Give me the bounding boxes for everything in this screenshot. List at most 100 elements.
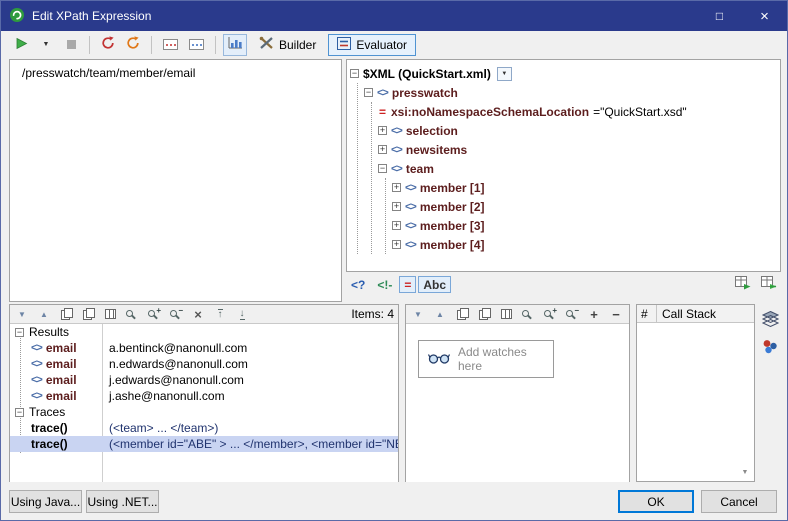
tree-row-member-3[interactable]: + <> member [3] (392, 216, 777, 235)
watches-toolbar: ▼ ▲ + − + − (406, 305, 629, 324)
tree-row-root[interactable]: − $XML (QuickStart.xml) ▼ (350, 64, 777, 83)
expand-toggle[interactable]: − (15, 408, 24, 417)
element-icon: <> (391, 125, 402, 137)
using-dotnet-button[interactable]: Using .NET... (86, 490, 159, 513)
run-options-dropdown[interactable]: ▼ (35, 34, 57, 56)
layers-tab-button[interactable] (759, 308, 781, 332)
expand-toggle[interactable]: − (15, 328, 24, 337)
columns-button[interactable] (102, 306, 118, 322)
element-icon: <> (31, 342, 42, 354)
add-watch-button[interactable]: + (586, 306, 602, 322)
tracepoints-button[interactable] (185, 34, 208, 56)
expand-toggle[interactable]: + (392, 202, 401, 211)
show-result-chart-button[interactable] (223, 34, 247, 56)
element-icon: <> (391, 144, 402, 156)
tree-row-member-1[interactable]: + <> member [1] (392, 178, 777, 197)
clear-results-button[interactable]: × (190, 306, 206, 322)
zoom-out-button[interactable]: − (168, 306, 184, 322)
element-icon: <> (31, 374, 42, 386)
zoom-in-button[interactable]: + (146, 306, 162, 322)
xpath-expression-text: /presswatch/team/member/email (22, 66, 329, 80)
toggle-processing-instructions[interactable]: <? (346, 276, 370, 293)
items-count: Items: 4 (351, 307, 394, 321)
trace-row-selected[interactable]: trace() (<member id="ABE" > ... </member… (10, 436, 398, 452)
tree-row-member-2[interactable]: + <> member [2] (392, 197, 777, 216)
expand-toggle[interactable]: − (378, 164, 387, 173)
breakpoints-button[interactable] (159, 34, 182, 56)
sort-ascending-button[interactable]: ▲ (36, 306, 52, 322)
expand-toggle[interactable]: + (378, 126, 387, 135)
xml-source-dropdown[interactable]: ▼ (497, 67, 512, 81)
builder-tab-button[interactable]: Builder (250, 34, 325, 56)
tree-row-presswatch[interactable]: − <> presswatch (364, 83, 777, 102)
tree-row-attribute[interactable]: = xsi:noNamespaceSchemaLocation ="QuickS… (378, 102, 777, 121)
sort-ascending-button[interactable]: ▲ (432, 306, 448, 322)
zoom-in-button[interactable]: + (542, 306, 558, 322)
copy-all-button[interactable] (476, 306, 492, 322)
result-row[interactable]: <>email a.bentinck@nanonull.com (10, 340, 398, 356)
copy-button[interactable] (58, 306, 74, 322)
results-group-row[interactable]: −Results (10, 324, 398, 340)
watches-pane: ▼ ▲ + − + − Add watches here (405, 304, 630, 482)
columns-button[interactable] (498, 306, 514, 322)
expand-toggle[interactable]: + (392, 221, 401, 230)
go-to-top-button[interactable]: ↑ (212, 306, 228, 322)
copy-result-button[interactable] (757, 274, 781, 296)
close-button[interactable]: × (742, 1, 787, 31)
spheres-tab-button[interactable] (759, 336, 781, 360)
result-value: j.ashe@nanonull.com (102, 389, 225, 403)
remove-watch-button[interactable]: − (608, 306, 624, 322)
spheres-icon (762, 339, 778, 357)
zoom-button[interactable] (520, 306, 536, 322)
expand-toggle[interactable]: + (392, 240, 401, 249)
using-java-button[interactable]: Using Java... (9, 490, 82, 513)
tree-row-member-4[interactable]: + <> member [4] (392, 235, 777, 254)
maximize-button[interactable]: □ (697, 1, 742, 31)
expand-toggle[interactable]: + (392, 183, 401, 192)
copy-button[interactable] (454, 306, 470, 322)
expand-toggle[interactable]: − (364, 88, 373, 97)
chevron-down-icon: ▼ (43, 41, 50, 48)
zoom-button[interactable] (124, 306, 140, 322)
scroll-down-button[interactable]: ▼ (738, 465, 752, 479)
sort-descending-button[interactable]: ▼ (14, 306, 30, 322)
result-row[interactable]: <>email j.ashe@nanonull.com (10, 388, 398, 404)
toggle-text-content[interactable]: Abc (418, 276, 451, 293)
chart-icon (227, 36, 243, 53)
edit-xpath-dialog: Edit XPath Expression □ × ▼ (0, 0, 788, 521)
result-value: a.bentinck@nanonull.com (102, 341, 247, 355)
trace-row[interactable]: trace() (<team> ... </team>) (10, 420, 398, 436)
sort-descending-button[interactable]: ▼ (410, 306, 426, 322)
table-export-icon (761, 276, 777, 293)
cancel-button[interactable]: Cancel (701, 490, 777, 513)
expand-toggle[interactable]: + (378, 145, 387, 154)
copy-all-button[interactable] (80, 306, 96, 322)
step-into-button[interactable] (97, 34, 119, 56)
export-result-button[interactable] (731, 274, 755, 296)
close-icon: × (760, 8, 769, 25)
tree-row-newsitems[interactable]: + <> newsitems (378, 140, 777, 159)
tracepoint-icon (189, 39, 204, 50)
run-evaluation-button[interactable] (10, 34, 32, 56)
tree-row-team[interactable]: − <> team (378, 159, 777, 178)
toolbar-separator (89, 36, 90, 54)
result-row[interactable]: <>email j.edwards@nanonull.com (10, 372, 398, 388)
stop-evaluation-button[interactable] (60, 34, 82, 56)
xpath-expression-editor[interactable]: /presswatch/team/member/email (9, 59, 342, 302)
toggle-attributes[interactable]: = (399, 276, 416, 293)
magnifier-minus-icon: − (565, 308, 579, 321)
call-stack-list (637, 323, 754, 463)
zoom-out-button[interactable]: − (564, 306, 580, 322)
step-out-button[interactable] (122, 34, 144, 56)
traces-group-row[interactable]: −Traces (10, 404, 398, 420)
add-watches-target[interactable]: Add watches here (418, 340, 554, 378)
xml-root-label: $XML (QuickStart.xml) (363, 67, 491, 81)
toggle-comments[interactable]: <!- (372, 276, 397, 293)
expand-toggle[interactable]: − (350, 69, 359, 78)
result-row[interactable]: <>email n.edwards@nanonull.com (10, 356, 398, 372)
evaluator-tab-button[interactable]: Evaluator (328, 34, 416, 56)
go-to-bottom-button[interactable]: ↓ (234, 306, 250, 322)
ok-button[interactable]: OK (618, 490, 694, 513)
watches-placeholder: Add watches here (458, 345, 544, 373)
tree-row-selection[interactable]: + <> selection (378, 121, 777, 140)
